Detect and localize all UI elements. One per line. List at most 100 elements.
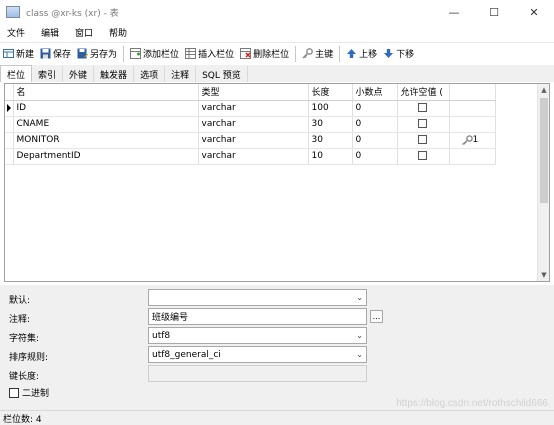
charset-value: utf8 <box>152 330 171 341</box>
watermark: https://blog.csdn.net/rothschild666 <box>396 398 548 409</box>
tab-comment[interactable]: 注释 <box>165 66 197 82</box>
header-type[interactable]: 类型 <box>198 84 309 101</box>
collation-value: utf8_general_ci <box>152 349 221 360</box>
table-icon <box>6 6 20 18</box>
cell-name[interactable]: CNAME <box>13 116 199 133</box>
tab-foreign-keys[interactable]: 外键 <box>63 66 95 82</box>
cell-name[interactable]: DepartmentID <box>13 148 199 165</box>
move-down-button[interactable]: 下移 <box>380 44 417 64</box>
toolbar-divider <box>123 45 125 62</box>
minimize-button[interactable]: — <box>434 0 474 24</box>
cell-nullable <box>397 100 450 117</box>
arrow-up-icon <box>347 49 357 58</box>
chevron-down-icon[interactable]: ⌄ <box>356 293 363 302</box>
cell-name[interactable]: MONITOR <box>13 132 199 149</box>
new-button[interactable]: 新建 <box>0 44 37 64</box>
insert-column-icon <box>185 48 197 59</box>
key-icon <box>302 48 313 59</box>
cell-key[interactable] <box>449 100 496 117</box>
tab-strip: 栏位 索引 外键 触发器 选项 注释 SQL 预览 <box>0 65 554 82</box>
tab-sql-preview[interactable]: SQL 预览 <box>196 66 248 82</box>
cell-type[interactable]: varchar <box>198 100 309 117</box>
nullable-checkbox[interactable] <box>417 135 427 144</box>
row-indicator <box>5 132 14 149</box>
nullable-checkbox[interactable] <box>417 151 427 160</box>
cell-nullable <box>397 132 450 149</box>
save-as-button[interactable]: 另存为 <box>74 44 120 64</box>
title-bar: class @xr-ks (xr) - 表 — ☐ ✕ <box>0 0 554 24</box>
header-row: 名 类型 长度 小数点 允许空值 ( <box>5 84 496 101</box>
comment-edit-button[interactable]: ... <box>370 310 383 323</box>
default-combobox[interactable]: ⌄ <box>148 289 367 306</box>
save-icon <box>40 48 51 59</box>
cell-key[interactable]: 1 <box>449 132 496 149</box>
header-nullable[interactable]: 允许空值 ( <box>397 84 450 101</box>
header-length[interactable]: 长度 <box>308 84 353 101</box>
header-name[interactable]: 名 <box>13 84 199 101</box>
cell-key[interactable] <box>449 148 496 165</box>
maximize-button[interactable]: ☐ <box>474 0 514 24</box>
tab-indexes[interactable]: 索引 <box>32 66 64 82</box>
cell-name[interactable]: ID <box>13 100 199 117</box>
menu-help[interactable]: 帮助 <box>102 26 136 39</box>
menu-window[interactable]: 窗口 <box>68 26 102 39</box>
binary-checkbox-box[interactable] <box>9 387 19 398</box>
header-decimals[interactable]: 小数点 <box>352 84 398 101</box>
menu-bar: 文件 编辑 窗口 帮助 <box>0 24 554 41</box>
charset-label: 字符集: <box>9 334 40 344</box>
primary-key-indicator: 1 <box>453 135 495 145</box>
toolbar: 新建 保存 另存为 添加栏位 插入栏位 删除栏位 主键 上移 下移 <box>0 42 554 64</box>
key-length-field <box>148 365 367 382</box>
add-column-button[interactable]: 添加栏位 <box>127 44 182 64</box>
primary-key-button[interactable]: 主键 <box>299 44 336 64</box>
delete-column-label: 删除栏位 <box>253 50 290 60</box>
cell-decimals[interactable]: 0 <box>352 100 398 117</box>
cell-type[interactable]: varchar <box>198 116 309 133</box>
scroll-up-icon[interactable]: ▲ <box>538 84 549 96</box>
cell-type[interactable]: varchar <box>198 148 309 165</box>
charset-combobox[interactable]: utf8 ⌄ <box>148 327 367 344</box>
cell-length[interactable]: 30 <box>308 132 353 149</box>
insert-column-button[interactable]: 插入栏位 <box>182 44 237 64</box>
header-key[interactable] <box>449 84 496 101</box>
table-row[interactable]: DepartmentID varchar 10 0 <box>5 148 496 165</box>
tab-options[interactable]: 选项 <box>134 66 166 82</box>
primary-key-order: 1 <box>472 135 479 145</box>
cell-key[interactable] <box>449 116 496 133</box>
cell-length[interactable]: 10 <box>308 148 353 165</box>
row-indicator <box>5 116 14 133</box>
scroll-thumb[interactable] <box>540 98 548 203</box>
save-as-label: 另存为 <box>90 50 118 60</box>
table-row[interactable]: CNAME varchar 30 0 <box>5 116 496 133</box>
tab-triggers[interactable]: 触发器 <box>94 66 135 82</box>
cell-type[interactable]: varchar <box>198 132 309 149</box>
columns-table: 名 类型 长度 小数点 允许空值 ( ID varchar 100 0 CNAM… <box>5 84 496 165</box>
comment-field[interactable]: 班级编号 <box>148 308 367 325</box>
move-up-button[interactable]: 上移 <box>343 44 380 64</box>
cell-length[interactable]: 30 <box>308 116 353 133</box>
grid-vertical-scrollbar[interactable]: ▲ ▼ <box>537 84 549 281</box>
scroll-down-icon[interactable]: ▼ <box>538 269 549 281</box>
cell-decimals[interactable]: 0 <box>352 116 398 133</box>
table-row[interactable]: MONITOR varchar 30 0 1 <box>5 132 496 149</box>
menu-edit[interactable]: 编辑 <box>34 26 68 39</box>
collation-label: 排序规则: <box>9 353 49 363</box>
binary-checkbox[interactable]: 二进制 <box>9 386 49 399</box>
nullable-checkbox[interactable] <box>417 119 427 128</box>
collation-combobox[interactable]: utf8_general_ci ⌄ <box>148 346 367 363</box>
save-button[interactable]: 保存 <box>37 44 74 64</box>
cell-nullable <box>397 116 450 133</box>
delete-column-button[interactable]: 删除栏位 <box>237 44 292 64</box>
binary-label: 二进制 <box>22 389 50 399</box>
add-column-icon <box>130 48 142 59</box>
cell-decimals[interactable]: 0 <box>352 148 398 165</box>
chevron-down-icon[interactable]: ⌄ <box>356 350 363 359</box>
nullable-checkbox[interactable] <box>417 103 427 112</box>
cell-length[interactable]: 100 <box>308 100 353 117</box>
cell-decimals[interactable]: 0 <box>352 132 398 149</box>
tab-columns[interactable]: 栏位 <box>0 65 33 82</box>
menu-file[interactable]: 文件 <box>0 26 34 39</box>
close-button[interactable]: ✕ <box>514 0 554 24</box>
chevron-down-icon[interactable]: ⌄ <box>356 331 363 340</box>
table-row[interactable]: ID varchar 100 0 <box>5 100 496 117</box>
